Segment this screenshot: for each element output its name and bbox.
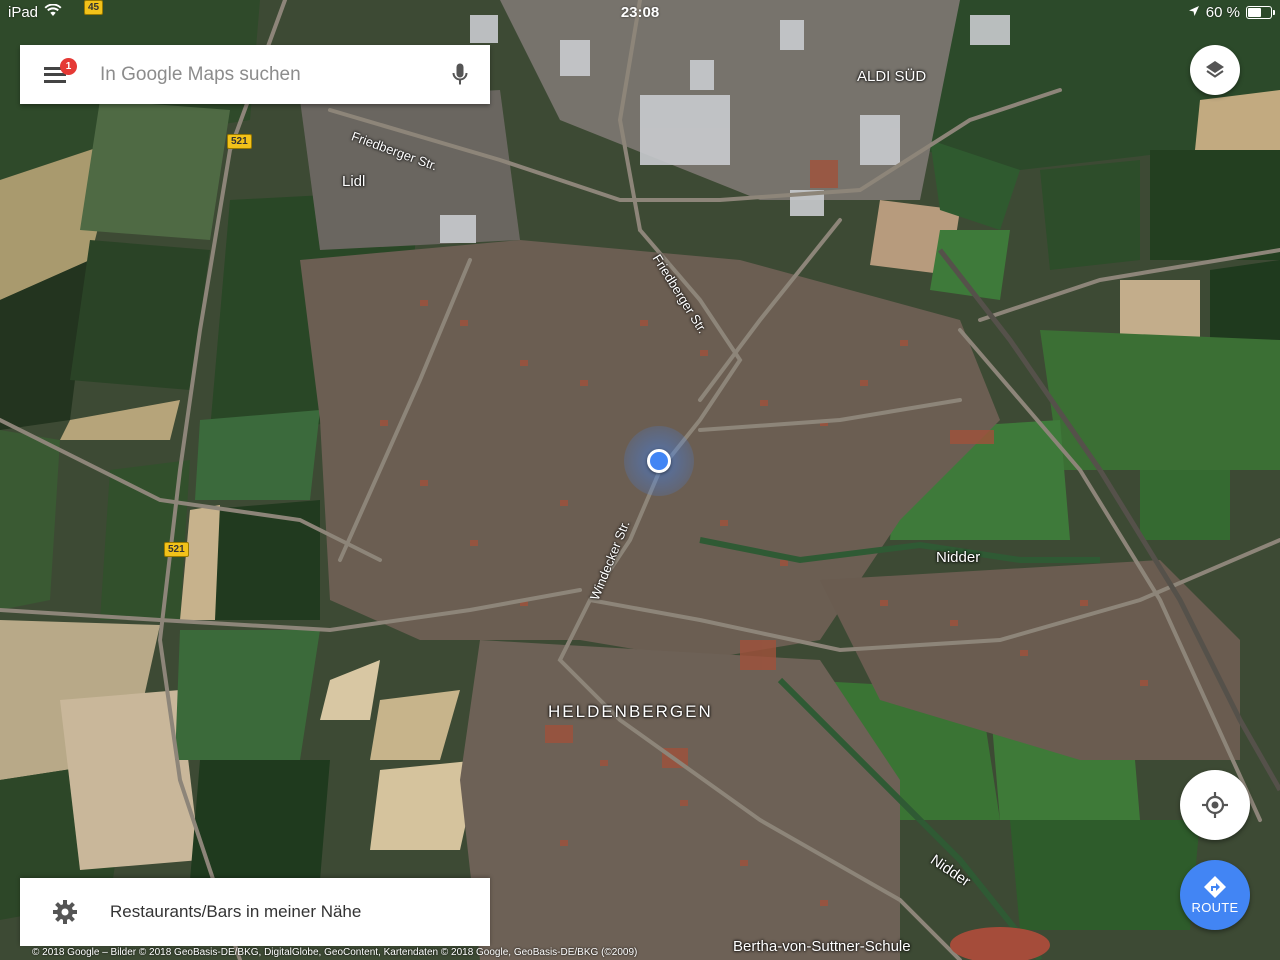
route-shield-521: 521 [164, 542, 189, 557]
route-button-label: ROUTE [1191, 900, 1239, 915]
gear-icon [20, 899, 110, 925]
map-label-lidl[interactable]: Lidl [342, 173, 365, 190]
location-arrow-icon [1188, 4, 1200, 21]
layers-button[interactable] [1190, 45, 1240, 95]
status-bar: iPad 23:08 60 % [0, 0, 1280, 24]
current-location-dot[interactable] [647, 449, 671, 473]
directions-icon [1204, 876, 1226, 898]
search-input[interactable] [90, 54, 430, 95]
map-label-school[interactable]: Bertha-von-Suttner-Schule [733, 938, 911, 955]
search-box: 1 [20, 45, 490, 104]
my-location-button[interactable] [1180, 770, 1250, 840]
battery-percent: 60 % [1205, 4, 1240, 21]
menu-button[interactable]: 1 [20, 45, 90, 104]
clock: 23:08 [620, 4, 660, 21]
map-attribution: © 2018 Google – Bilder © 2018 GeoBasis-D… [32, 947, 638, 958]
satellite-map[interactable]: 45 521 521 ALDI SÜD Lidl Friedberger Str… [0, 0, 1280, 960]
microphone-icon [452, 63, 468, 84]
battery-icon [1246, 6, 1275, 19]
route-button[interactable]: ROUTE [1180, 860, 1250, 930]
layers-icon [1206, 61, 1224, 78]
nearby-label: Restaurants/Bars in meiner Nähe [110, 902, 362, 921]
notification-badge: 1 [60, 58, 77, 75]
crosshair-icon [1202, 792, 1228, 818]
map-label-river: Nidder [936, 549, 981, 566]
map-label-town: HELDENBERGEN [548, 702, 713, 721]
route-shield-521: 521 [227, 134, 252, 149]
map-label-aldi[interactable]: ALDI SÜD [857, 68, 926, 85]
nearby-explore-card[interactable]: Restaurants/Bars in meiner Nähe [20, 878, 490, 946]
voice-search-button[interactable] [430, 45, 490, 104]
